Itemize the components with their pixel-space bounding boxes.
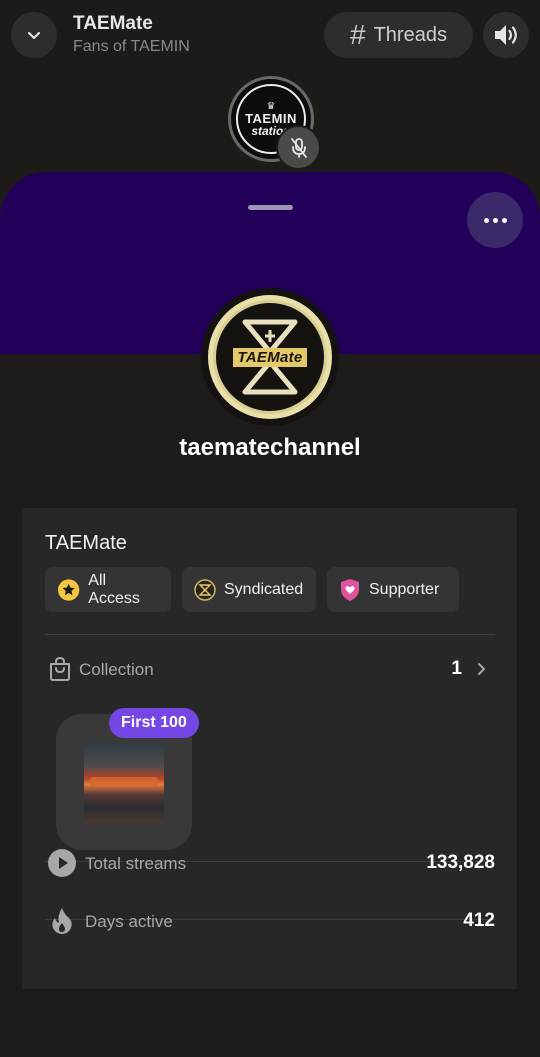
supporter-chip[interactable]: Supporter (327, 567, 459, 612)
channel-name: taematechannel (179, 434, 361, 461)
heart-shield-icon (341, 578, 359, 601)
sound-button[interactable] (483, 12, 529, 58)
thumbnail-detail (90, 777, 158, 787)
speaker-icon (495, 25, 517, 45)
channel-avatar-ring: TAEMate (208, 295, 332, 419)
threads-button[interactable]: # Threads (324, 12, 473, 58)
channel-logo-text: TAEMate (233, 347, 307, 367)
app-screen: TAEMate Fans of TAEMIN # Threads ♛ TAEMI… (0, 0, 540, 1057)
membership-title: TAEMate (45, 532, 127, 554)
collapse-button[interactable] (11, 12, 57, 58)
mic-off-icon (290, 137, 307, 158)
days-active-label: Days active (85, 912, 173, 931)
fire-icon (47, 906, 77, 936)
crown-icon: ♛ (266, 100, 276, 112)
channel-sheet: TAEMate taematechannel TAEMate All Acces… (0, 172, 540, 1057)
first-100-badge: First 100 (109, 708, 199, 738)
syndicated-icon (194, 578, 216, 601)
all-access-label: All Access (88, 571, 140, 607)
membership-card: TAEMate All Access Syndicated Supporter … (22, 508, 517, 989)
chevron-right-icon[interactable] (466, 654, 496, 684)
total-streams-label: Total streams (85, 854, 187, 873)
collection-item-thumbnail (84, 743, 164, 823)
divider (45, 634, 495, 635)
community-subtitle: Fans of TAEMIN (73, 38, 190, 55)
syndicated-chip[interactable]: Syndicated (182, 567, 316, 612)
chevron-down-icon (27, 31, 41, 40)
days-active-value: 412 (463, 910, 495, 931)
top-bar: TAEMate Fans of TAEMIN # Threads ♛ TAEMI… (0, 0, 540, 180)
sheet-drag-handle[interactable] (248, 205, 293, 210)
station-logo-line-1: TAEMIN (245, 110, 297, 126)
mic-muted-badge (276, 125, 321, 170)
hash-icon: # (350, 19, 366, 50)
bag-icon (45, 654, 75, 684)
star-icon (57, 578, 80, 601)
threads-label: Threads (373, 23, 447, 46)
more-dot (501, 217, 507, 223)
supporter-label: Supporter (369, 580, 440, 598)
all-access-chip[interactable]: All Access (45, 567, 171, 612)
community-title: TAEMate (73, 13, 153, 34)
collection-count: 1 (451, 658, 462, 679)
syndicated-label: Syndicated (224, 580, 304, 598)
channel-avatar: TAEMate (201, 288, 339, 426)
more-dot (492, 217, 498, 223)
total-streams-value: 133,828 (426, 852, 495, 873)
play-icon (47, 848, 77, 878)
channel-logo: TAEMate (213, 300, 327, 414)
more-options-button[interactable] (467, 192, 523, 248)
collection-label: Collection (79, 660, 154, 679)
more-dot (483, 217, 489, 223)
